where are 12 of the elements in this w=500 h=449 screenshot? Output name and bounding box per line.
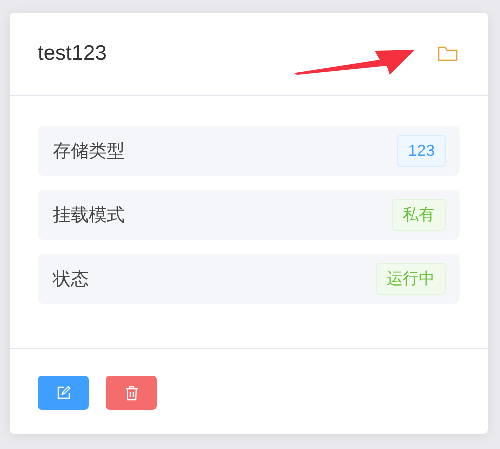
- row-label: 挂载模式: [53, 204, 125, 227]
- card-title: test123: [38, 42, 107, 66]
- trash-icon: [124, 386, 138, 400]
- row-label: 状态: [53, 268, 89, 291]
- row-label: 存储类型: [53, 140, 125, 163]
- tag: 123: [397, 135, 446, 167]
- tag: 私有: [392, 199, 446, 231]
- edit-icon: [56, 386, 70, 400]
- folder-icon[interactable]: [438, 46, 458, 62]
- tag: 运行中: [376, 263, 446, 295]
- delete-button[interactable]: [106, 376, 157, 410]
- edit-button[interactable]: [38, 376, 89, 410]
